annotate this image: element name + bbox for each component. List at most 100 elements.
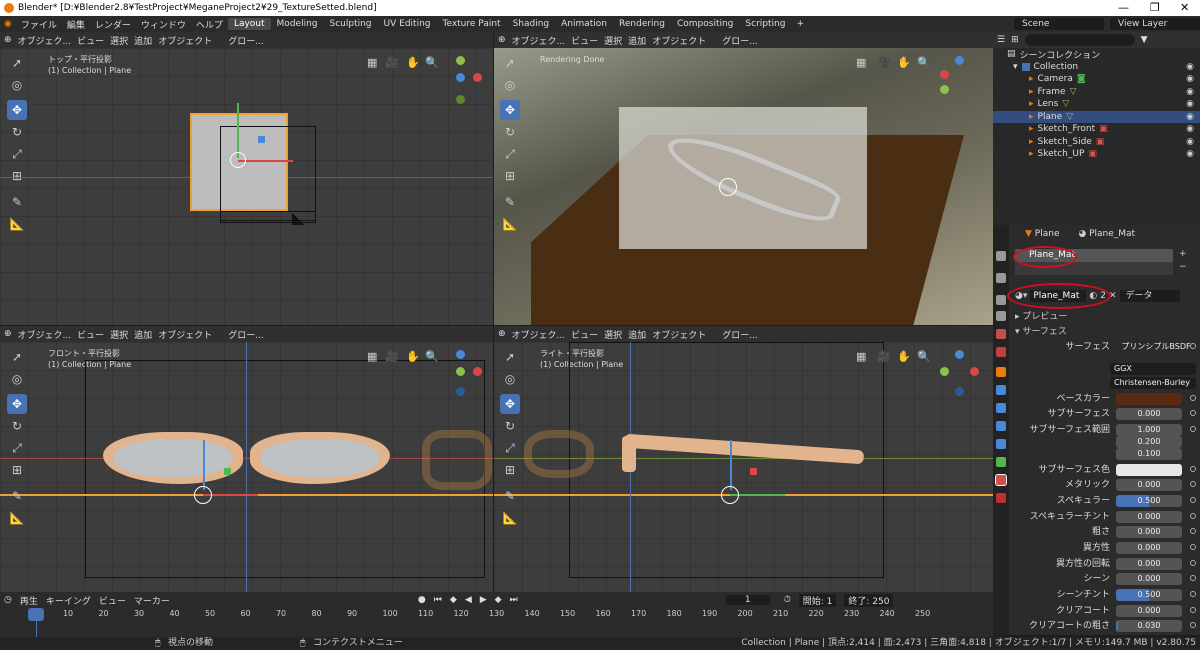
view-menu[interactable]: ビュー xyxy=(571,328,598,341)
y-gizmo-arrow[interactable] xyxy=(237,103,239,158)
mode-selector[interactable]: オブジェク... xyxy=(18,34,72,47)
select-menu[interactable]: 選択 xyxy=(110,34,128,47)
glasses-left-lens[interactable] xyxy=(114,439,232,477)
rotate-tool-icon[interactable]: ↻ xyxy=(7,416,27,436)
grid-view-icon[interactable]: ▦ xyxy=(367,56,377,69)
current-frame-field[interactable]: 1 xyxy=(725,595,770,605)
transform-tool-icon[interactable]: ⊞ xyxy=(500,166,520,186)
maximize-button[interactable]: ❐ xyxy=(1150,0,1160,16)
clock-icon[interactable]: ⏱ xyxy=(784,595,791,605)
gizmo-center[interactable] xyxy=(194,486,212,504)
timeline-ruler[interactable]: 1102030405060708090100110120130140150160… xyxy=(0,608,993,621)
object-menu[interactable]: オブジェクト xyxy=(158,328,212,341)
base-color-swatch[interactable] xyxy=(1116,393,1182,405)
outliner-item-sketch-front[interactable]: ▸ Sketch_Front ▣ ◉ xyxy=(993,123,1200,136)
camera-view-icon[interactable]: 🎥 xyxy=(877,56,891,69)
link-dot-icon[interactable] xyxy=(1190,395,1196,401)
tab-modeling[interactable]: Modeling xyxy=(271,18,324,30)
zoom-icon[interactable]: 🔍 xyxy=(425,56,439,69)
anisotropic-field[interactable]: 0.000 xyxy=(1116,542,1182,554)
link-dot-icon[interactable] xyxy=(1190,528,1196,534)
gizmo-z-icon[interactable] xyxy=(456,350,465,359)
select-tool-icon[interactable]: ➚ xyxy=(7,53,27,73)
cursor-tool-icon[interactable]: ◎ xyxy=(7,75,27,95)
link-dot-icon[interactable] xyxy=(1190,575,1196,581)
tab-layout[interactable]: Layout xyxy=(227,18,271,30)
z-gizmo-arrow[interactable] xyxy=(730,440,732,490)
link-dot-icon[interactable] xyxy=(1190,466,1196,472)
jump-start-icon[interactable]: ⏮ xyxy=(434,595,442,605)
zoom-icon[interactable]: 🔍 xyxy=(917,56,931,69)
viewport-right[interactable]: ライト・平行投影 (1) Collection | Plane ➚ ◎ ✥ ↻ … xyxy=(494,342,993,592)
view-layer-selector[interactable]: View Layer xyxy=(1110,18,1200,30)
y-plane-handle[interactable] xyxy=(224,468,231,475)
menu-edit[interactable]: 編集 xyxy=(62,18,90,31)
distribution-selector[interactable]: GGX xyxy=(1110,363,1196,375)
subsurface-field[interactable]: 0.000 xyxy=(1116,408,1182,420)
scale-tool-icon[interactable]: ⤢ xyxy=(7,144,27,164)
outliner-item-lens[interactable]: ▸ Lens ▽ ◉ xyxy=(993,98,1200,111)
mode-selector[interactable]: オブジェク... xyxy=(512,328,566,341)
eye-icon[interactable]: ◉ xyxy=(1186,87,1194,97)
outliner-item-sketch-up[interactable]: ▸ Sketch_UP ▣ ◉ xyxy=(993,148,1200,161)
marker-menu[interactable]: マーカー xyxy=(134,594,170,607)
specular-slider[interactable]: 0.500 xyxy=(1116,495,1182,507)
blender-menu-icon[interactable]: ◉ xyxy=(0,19,16,29)
camera-view-icon[interactable]: 🎥 xyxy=(385,56,399,69)
gizmo-z-icon[interactable] xyxy=(955,56,964,65)
particles-tab-icon[interactable] xyxy=(996,403,1006,413)
x-gizmo-arrow[interactable] xyxy=(238,160,293,162)
anisotropic-rotation-field[interactable]: 0.000 xyxy=(1116,558,1182,570)
gizmo-center[interactable] xyxy=(721,486,739,504)
view-menu[interactable]: ビュー xyxy=(77,34,104,47)
link-dot-icon[interactable] xyxy=(1190,410,1196,416)
gizmo-y-icon[interactable] xyxy=(456,367,465,376)
end-frame-field[interactable]: 250 xyxy=(872,597,889,607)
minimize-button[interactable]: — xyxy=(1118,0,1129,16)
tool-tab-icon[interactable] xyxy=(996,251,1006,261)
camera-view-icon[interactable]: 🎥 xyxy=(877,350,891,363)
select-menu[interactable]: 選択 xyxy=(604,328,622,341)
zoom-icon[interactable]: 🔍 xyxy=(425,350,439,363)
glasses-side-hinge[interactable] xyxy=(622,436,636,472)
cursor-tool-icon[interactable]: ◎ xyxy=(7,369,27,389)
glasses-right-lens[interactable] xyxy=(261,439,379,477)
subsurface-method-selector[interactable]: Christensen-Burley xyxy=(1110,377,1196,389)
viewport-top[interactable]: トップ・平行投影 (1) Collection | Plane ➚ ◎ ✥ ↻ … xyxy=(0,48,493,325)
eye-icon[interactable]: ◉ xyxy=(1186,99,1194,109)
gizmo-z-icon[interactable] xyxy=(955,350,964,359)
play-reverse-icon[interactable]: ◀ xyxy=(465,595,472,605)
gizmo-x-icon[interactable] xyxy=(473,73,482,82)
grid-view-icon[interactable]: ▦ xyxy=(856,350,866,363)
render-tab-icon[interactable] xyxy=(996,273,1006,283)
transform-orientation[interactable]: グロー... xyxy=(228,34,264,47)
sheen-field[interactable]: 0.000 xyxy=(1116,573,1182,585)
editor-type-icon[interactable]: ⊕ xyxy=(4,35,12,45)
add-workspace-button[interactable]: + xyxy=(791,19,809,29)
select-tool-icon[interactable]: ➚ xyxy=(7,347,27,367)
texture-tab-icon[interactable] xyxy=(996,493,1006,503)
playback-menu[interactable]: 再生 xyxy=(20,594,38,607)
grid-view-icon[interactable]: ▦ xyxy=(367,350,377,363)
z-plane-handle[interactable] xyxy=(258,136,265,143)
sheen-tint-slider[interactable]: 0.500 xyxy=(1116,589,1182,601)
view-layer-tab-icon[interactable] xyxy=(996,311,1006,321)
pan-hand-icon[interactable]: ✋ xyxy=(897,350,911,363)
start-frame-field[interactable]: 1 xyxy=(827,597,833,607)
modifier-tab-icon[interactable] xyxy=(996,385,1006,395)
eye-icon[interactable]: ◉ xyxy=(1186,124,1194,134)
link-dot-icon[interactable] xyxy=(1190,544,1196,550)
keying-menu[interactable]: キーイング xyxy=(46,594,91,607)
menu-window[interactable]: ウィンドウ xyxy=(136,18,191,31)
select-menu[interactable]: 選択 xyxy=(604,34,622,47)
gizmo-neg-z-icon[interactable] xyxy=(955,387,964,396)
subsurface-radius-z-field[interactable]: 0.100 xyxy=(1116,448,1182,460)
constraints-tab-icon[interactable] xyxy=(996,439,1006,449)
link-dot-icon[interactable] xyxy=(1190,591,1196,597)
clearcoat-field[interactable]: 0.000 xyxy=(1116,605,1182,617)
annotate-tool-icon[interactable]: ✎ xyxy=(7,192,27,212)
roughness-field[interactable]: 0.000 xyxy=(1116,526,1182,538)
viewport-rendered[interactable]: Rendering Done ▦ 🎥 ✋ 🔍 ➚ ◎ ✥ ↻ ⤢ ⊞ ✎ 📐 xyxy=(494,48,993,325)
subsurface-color-swatch[interactable] xyxy=(1116,464,1182,476)
scale-tool-icon[interactable]: ⤢ xyxy=(500,438,520,458)
